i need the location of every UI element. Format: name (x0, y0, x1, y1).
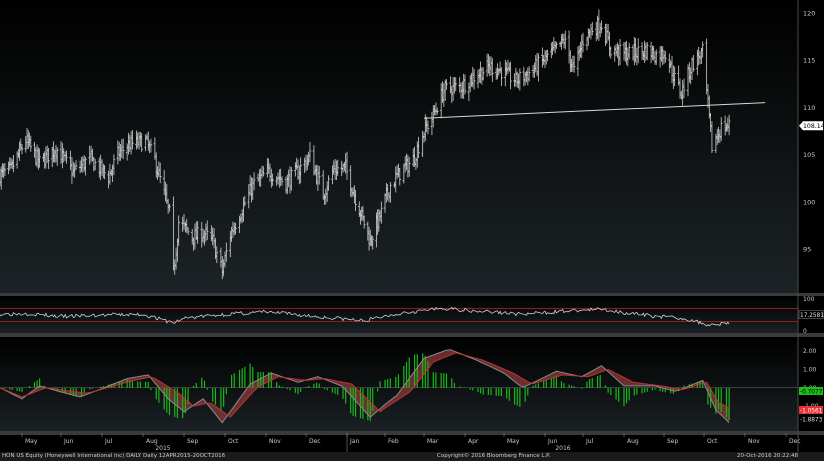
rsi-tick-label: 100 (803, 296, 815, 303)
month-label: Aug (627, 438, 639, 445)
macd-value-tag: -0.7077 (799, 387, 823, 395)
month-label: Jan (349, 438, 359, 445)
month-label: Nov (748, 438, 760, 445)
month-label: Dec (789, 438, 801, 445)
month-label: Jun (547, 438, 558, 445)
macd-value-label: -0.7077 (800, 389, 823, 395)
price-tick-label: 115 (803, 57, 815, 65)
panel-divider (0, 431, 824, 435)
month-label: Apr (468, 438, 479, 445)
last-price-tag: 108.14 (799, 121, 824, 131)
macd-tick-label: 2.00 (803, 348, 817, 355)
rsi-value-tag: 17.2581 (798, 310, 824, 319)
copyright-notice: Copyright© 2016 Bloomberg Finance L.P. (437, 453, 551, 459)
honeywell-daily-chart: 95100105110115120108.14 05010017.2581 -1… (0, 0, 824, 452)
macd-value-tag: -1.8873 (799, 415, 823, 423)
macd-value-tag: -1.0561 (799, 406, 823, 414)
month-label: Dec (309, 438, 321, 445)
security-description: HON US Equity (Honeywell International I… (2, 453, 226, 459)
timestamp: 20-Oct-2016 20:22:48 (737, 453, 799, 459)
price-tick-label: 95 (803, 246, 811, 254)
month-label: Jun (63, 438, 74, 445)
footer-bar: HON US Equity (Honeywell International I… (0, 452, 824, 461)
month-label: Sep (667, 438, 679, 445)
month-label: Nov (269, 438, 281, 445)
month-label: May (25, 438, 38, 445)
month-label: May (507, 438, 520, 445)
date-axis: May Jun Jul Aug Sep Oct Nov Dec Jan Feb Mar Apr May J… (21, 433, 801, 452)
rsi-tick-label: 0 (803, 328, 807, 335)
panel-divider (0, 333, 824, 337)
macd-tick-label: 1.00 (803, 366, 817, 373)
month-label: Oct (707, 438, 718, 445)
macd-value-label: -1.0561 (800, 408, 823, 414)
rsi-value-label: 17.2581 (800, 313, 824, 319)
price-panel-background (0, 0, 798, 293)
month-label: Mar (427, 438, 439, 445)
year-label: 2016 (555, 445, 570, 452)
macd-value-label: -1.8873 (800, 417, 823, 423)
month-label: Jul (104, 438, 113, 445)
last-price-label: 108.14 (803, 123, 824, 130)
month-label: Jul (585, 438, 594, 445)
month-label: Feb (388, 438, 399, 445)
price-tick-label: 105 (803, 151, 815, 159)
panel-divider (0, 293, 824, 296)
price-tick-label: 100 (803, 198, 815, 206)
year-label: 2015 (155, 445, 170, 452)
price-tick-label: 110 (803, 104, 815, 112)
price-tick-label: 120 (803, 9, 815, 17)
month-label: Aug (146, 438, 158, 445)
month-label: Sep (187, 438, 199, 445)
month-label: Oct (228, 438, 239, 445)
